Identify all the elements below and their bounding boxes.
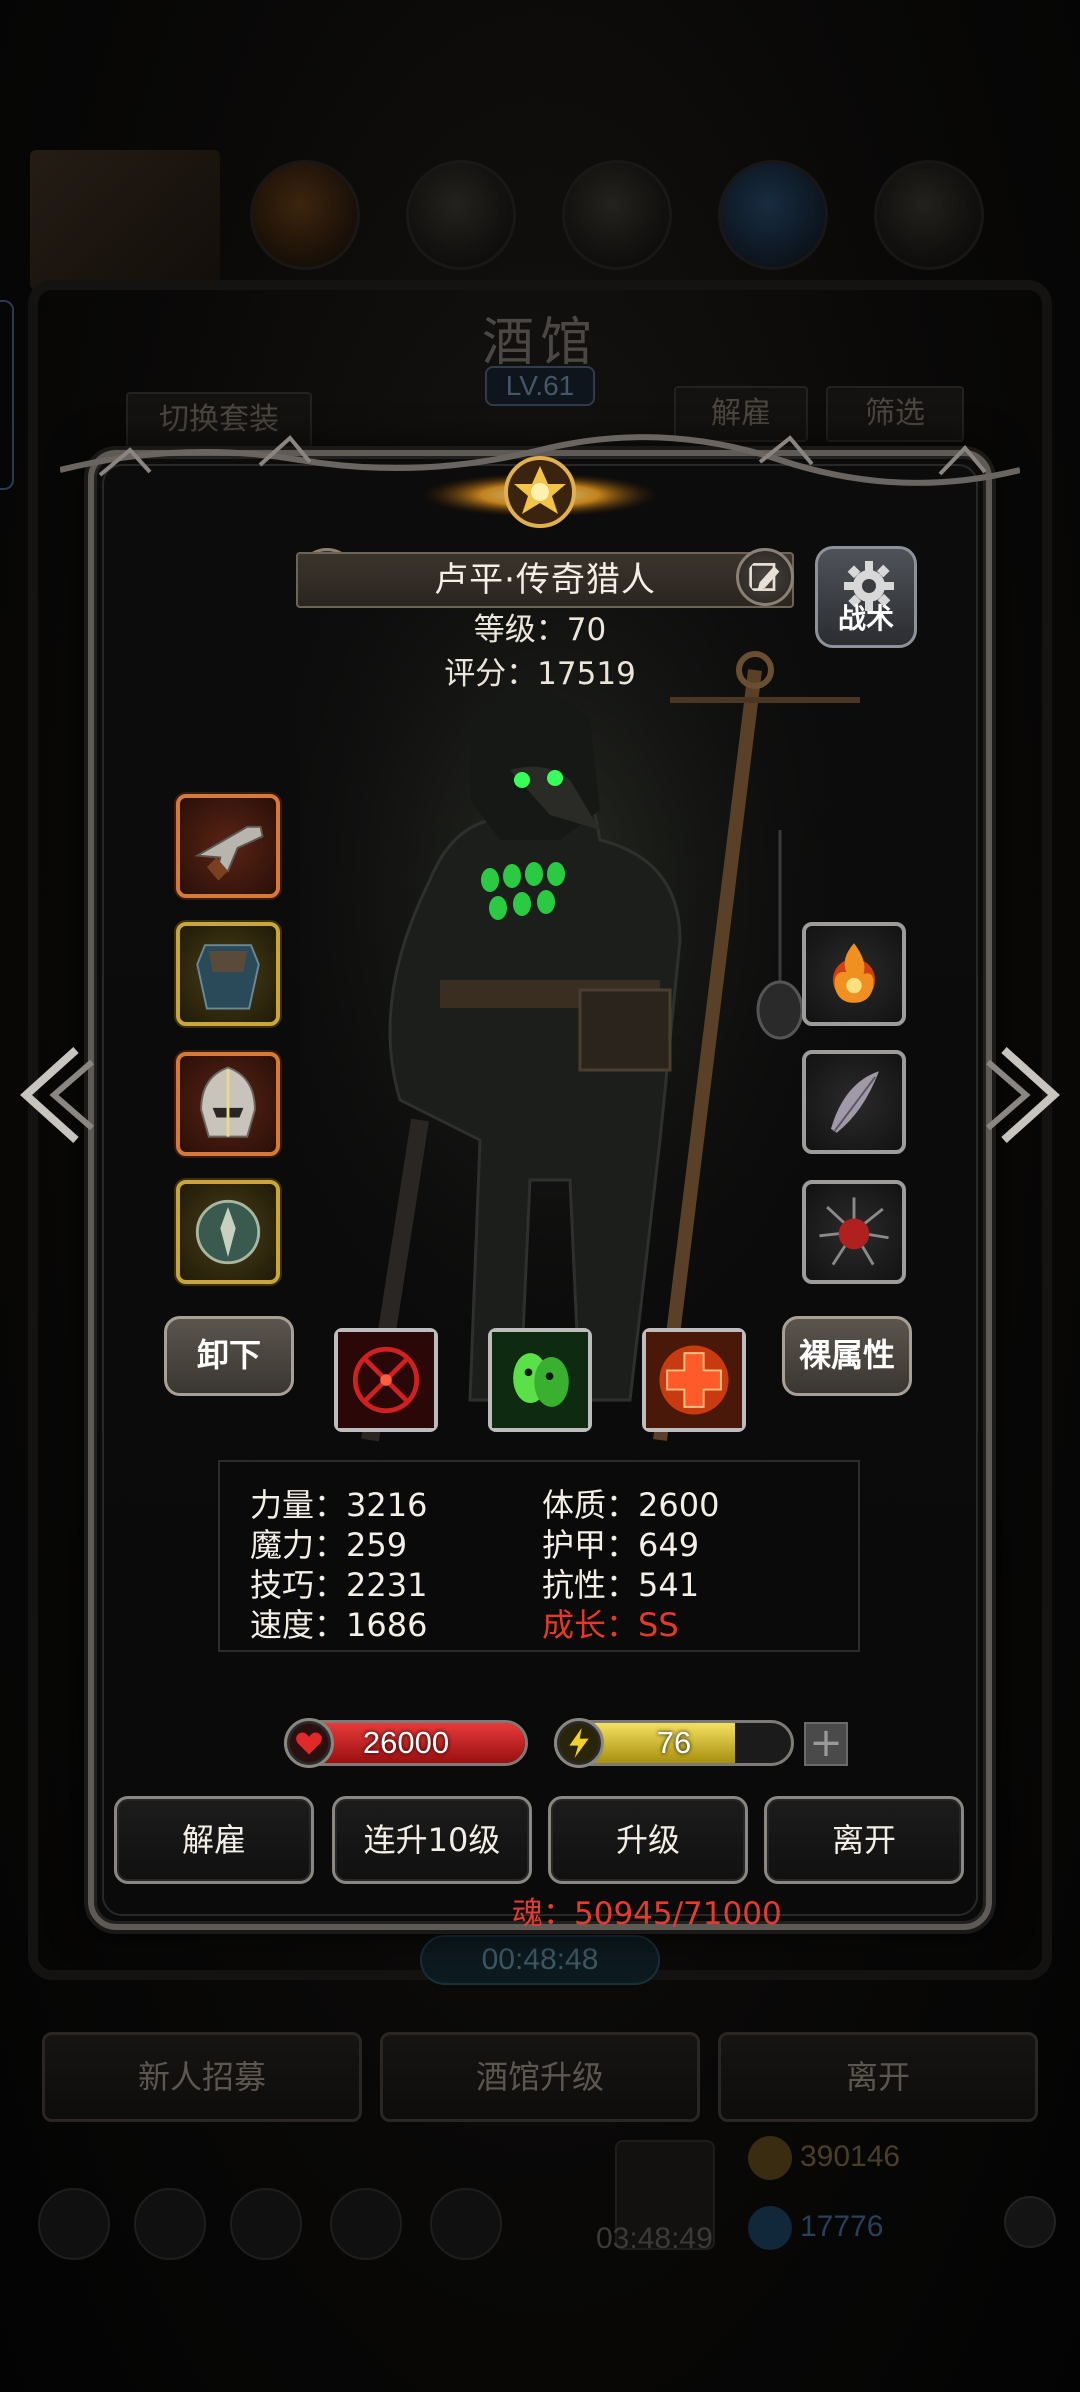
rune-slot-2[interactable]: [802, 1050, 906, 1154]
level-up-10-button[interactable]: 连升10级: [332, 1796, 532, 1884]
tavern-title: 酒馆: [481, 313, 598, 373]
accessory-slot[interactable]: [176, 1180, 280, 1284]
bg-plus-icon: [1004, 2196, 1056, 2248]
spiked-gem-icon: [819, 1197, 889, 1266]
fire-orb-icon: [832, 943, 876, 1003]
bg-orb-row: [30, 150, 1050, 280]
add-energy-button[interactable]: +: [804, 1722, 848, 1766]
crosshair-skill-icon: [338, 1332, 434, 1428]
bg-timer: 00:48:48: [420, 1935, 660, 1985]
helmet-slot[interactable]: [176, 1052, 280, 1156]
hero-level: 等级：70: [473, 612, 607, 648]
bg-orb-icon: [874, 160, 984, 270]
weapon-slot[interactable]: [176, 794, 280, 898]
lightning-icon: [554, 1718, 604, 1768]
skill-slot-1[interactable]: [334, 1328, 438, 1432]
hero-name: 卢平·传奇猎人: [296, 552, 794, 608]
bg-gems: 17776: [748, 2206, 883, 2250]
next-hero-arrow-icon[interactable]: [984, 1040, 1064, 1150]
gold-coin-icon: [748, 2136, 792, 2180]
bg-leave-button: 离开: [718, 2032, 1038, 2122]
bg-gold: 390146: [748, 2136, 900, 2180]
sun-crest-icon: [422, 456, 658, 528]
rune-slot-3[interactable]: [802, 1180, 906, 1284]
skill-slot-2[interactable]: [488, 1328, 592, 1432]
armor-slot[interactable]: [176, 922, 280, 1026]
gem-icon: [748, 2206, 792, 2250]
stat-speed: 速度：1686: [250, 1606, 428, 1644]
bg-orb-icon: [406, 160, 516, 270]
bg-timer-2: 03:48:49: [596, 2222, 713, 2255]
skill-slot-3[interactable]: [642, 1328, 746, 1432]
upgrade-tavern-button: 酒馆升级: [380, 2032, 700, 2122]
bg-orb-icon: [250, 160, 360, 270]
bg-menu-icon: [330, 2188, 402, 2260]
bg-orb-icon: [718, 160, 828, 270]
leave-button[interactable]: 离开: [764, 1796, 964, 1884]
heart-icon: [284, 1718, 334, 1768]
helmet-icon: [200, 1066, 256, 1138]
dismiss-button[interactable]: 解雇: [114, 1796, 314, 1884]
stats-panel: 力量：3216 魔力：259 技巧：2231 速度：1686 体质：2600 护…: [218, 1460, 860, 1652]
unequip-button[interactable]: 卸下: [164, 1316, 294, 1396]
stat-growth: 成长：SS: [542, 1606, 679, 1644]
bare-stats-button[interactable]: 裸属性: [782, 1316, 912, 1396]
red-cross-skill-icon: [646, 1332, 742, 1428]
tactic-label: 战术: [837, 602, 894, 635]
rune-slot-1[interactable]: [802, 922, 906, 1026]
bg-menu-icon: [230, 2188, 302, 2260]
hero-score: 评分：17519: [444, 656, 636, 692]
previous-hero-arrow-icon[interactable]: [16, 1040, 96, 1150]
green-ghost-skill-icon: [492, 1332, 588, 1428]
tavern-level: LV.61: [485, 366, 595, 406]
level-up-button[interactable]: 升级: [548, 1796, 748, 1884]
recruit-button: 新人招募: [42, 2032, 362, 2122]
feather-icon: [830, 1071, 879, 1133]
edit-name-icon[interactable]: [736, 548, 794, 606]
bg-menu-icon: [430, 2188, 502, 2260]
bg-orb-icon: [562, 160, 672, 270]
pistol-icon: [194, 825, 264, 881]
bg-menu-icon: [38, 2188, 110, 2260]
tactic-button[interactable]: 战术: [815, 546, 917, 648]
cloak-armor-icon: [196, 944, 260, 1010]
bg-bottom-icons: [30, 2180, 1050, 2270]
bg-menu-icon: [134, 2188, 206, 2260]
shield-icon: [195, 1199, 261, 1265]
soul-counter: 魂：50945/71000: [512, 1896, 782, 1932]
